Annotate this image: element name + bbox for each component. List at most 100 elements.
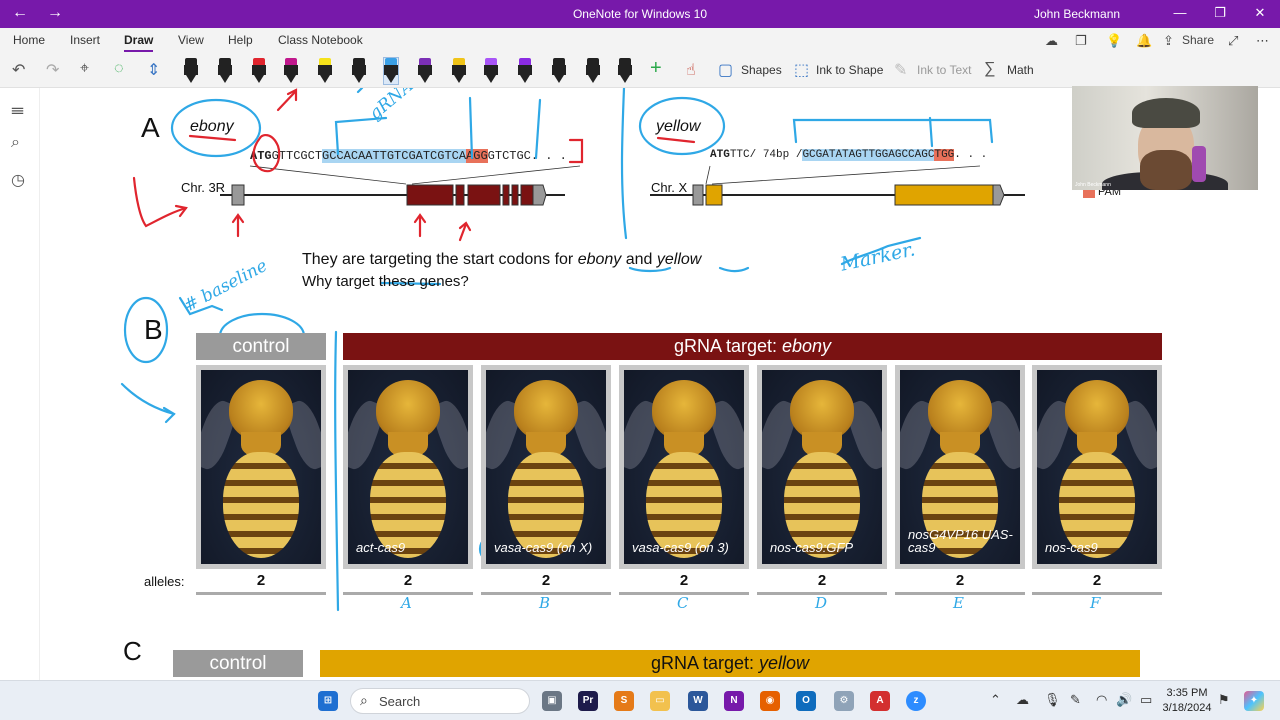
microphone-icon[interactable]: 🎙 [1044,692,1061,708]
pen-tool-1[interactable] [184,58,198,84]
red-ink-circle-start-codon [252,133,281,173]
pen-tip [386,75,396,83]
pen-tip [220,75,230,83]
fly-photo: nos-cas9:GFP [762,370,882,564]
notification-icon[interactable]: ⚑ [1218,692,1230,708]
battery-icon[interactable]: ▭ [1140,692,1152,708]
onedrive-icon[interactable]: ☁ [1016,692,1029,708]
tab-home[interactable]: Home [13,33,45,47]
control-header: control [196,333,326,360]
pen-tool-6[interactable] [352,58,366,84]
allele-count: 2 [895,572,1025,595]
search-icon: ⌕ [360,692,368,708]
yellow-target-header: gRNA target: yellow [320,650,1140,677]
tab-view[interactable]: View [178,33,204,47]
fly-image: nos-cas9 [1032,365,1162,569]
insert-space-icon[interactable]: ⇕ [147,60,160,80]
pen-tool-8[interactable] [418,58,432,84]
share-icon[interactable]: ⇪ [1163,33,1174,49]
add-pen-icon[interactable]: + [650,57,662,80]
pen-tip [486,75,496,83]
ink-to-shape-icon[interactable]: ⬚ [794,60,809,80]
user-name[interactable]: John Beckmann [1034,7,1120,21]
maximize-button[interactable]: ❐ [1210,5,1230,21]
fly-image: nosG4VP16 UAS-cas9 [895,365,1025,569]
ink-to-text-icon[interactable]: ✎ [894,60,907,80]
shapes-icon[interactable]: ▢ [718,60,733,80]
pen-tool-13[interactable] [586,58,600,84]
redo-icon[interactable]: ↷ [46,60,59,80]
word-icon[interactable]: W [688,691,708,711]
shapes-button[interactable]: Shapes [741,63,782,77]
yellow-exon-utr [692,184,704,206]
pen-body [418,65,432,75]
pen-tool-12[interactable] [552,58,566,84]
tab-help[interactable]: Help [228,33,253,47]
pen-tool-3[interactable] [252,58,266,84]
pen-tip [254,75,264,83]
pen-tip [420,75,430,83]
tray-chevron-icon[interactable]: ⌃ [990,692,1001,708]
search-icon[interactable]: ⌕ [11,134,20,152]
outlook-icon[interactable]: O [796,691,816,711]
minimize-button[interactable]: — [1170,5,1190,20]
premiere-icon[interactable]: Pr [578,691,598,711]
pen-tool-7[interactable] [383,57,399,85]
clock[interactable]: 3:35 PM 3/18/2024 [1162,686,1212,716]
pen-tool-2[interactable] [218,58,232,84]
zoom-icon[interactable]: z [906,691,926,711]
fly-photo: vasa-cas9 (on X) [486,370,606,564]
expand-icon[interactable]: ⤢ [1228,33,1238,49]
lasso-select-icon[interactable]: ⌖ [80,60,89,78]
close-button[interactable]: ✕ [1250,5,1270,21]
handwritten-strain-letter: D [815,594,828,612]
question-line-1: They are targeting the start codons for … [302,251,701,269]
lasso-icon[interactable]: ◌ [114,60,124,78]
onenote-icon[interactable]: N [724,691,744,711]
notebooks-icon[interactable]: 𝍢 [11,98,24,125]
taskbar-search[interactable]: ⌕ Search [350,688,530,714]
yellow-zoom-line-right [711,165,981,185]
pages-icon[interactable]: ❐ [1075,33,1087,49]
sync-icon[interactable]: ☁ [1045,33,1058,49]
pen-tool-14[interactable] [618,58,632,84]
task-view-icon[interactable]: ▣ [542,691,562,711]
bell-icon[interactable]: 🔔 [1136,33,1152,49]
tab-insert[interactable]: Insert [70,33,100,47]
settings-app-icon[interactable]: ⚙ [834,691,854,711]
webcam-overlay[interactable]: John Beckmann [1072,86,1258,190]
more-icon[interactable]: ⋯ [1256,33,1269,49]
copilot-icon[interactable]: ✦ [1244,691,1264,711]
sublime-icon[interactable]: S [614,691,634,711]
share-button[interactable]: Share [1182,33,1214,47]
pen-tool-4[interactable] [284,58,298,84]
recent-icon[interactable]: ◷ [11,170,25,190]
firefox-icon[interactable]: ◉ [760,691,780,711]
lightbulb-icon[interactable]: 💡 [1106,33,1122,49]
tab-draw[interactable]: Draw [124,33,154,52]
volume-icon[interactable]: 🔊 [1116,692,1132,708]
fly-thorax [928,380,992,440]
ink-to-shape-button[interactable]: Ink to Shape [816,63,883,77]
file-explorer-icon[interactable]: ▭ [650,691,670,711]
fly-thorax [790,380,854,440]
wifi-icon[interactable]: ◠ [1096,692,1107,708]
undo-icon[interactable]: ↶ [12,60,25,80]
math-button[interactable]: Math [1007,63,1034,77]
pen-body [452,65,466,75]
math-icon[interactable]: ∑ [984,60,995,78]
pen-tool-5[interactable] [318,58,332,84]
start-windows-icon[interactable]: ⊞ [318,691,338,711]
control-header-c: control [173,650,303,677]
ink-to-text-button[interactable]: Ink to Text [917,63,971,77]
fly-photo: act-cas9 [348,370,468,564]
pen-tray-icon[interactable]: ✎ [1070,692,1081,708]
pen-tool-10[interactable] [484,58,498,84]
pen-tool-11[interactable] [518,58,532,84]
acrobat-icon[interactable]: A [870,691,890,711]
pen-tool-9[interactable] [452,58,466,84]
touch-draw-icon[interactable]: ☝ [686,60,696,80]
blue-ink-yellow-tick [928,116,934,148]
clock-time: 3:35 PM [1166,687,1208,699]
tab-class-notebook[interactable]: Class Notebook [278,33,363,47]
